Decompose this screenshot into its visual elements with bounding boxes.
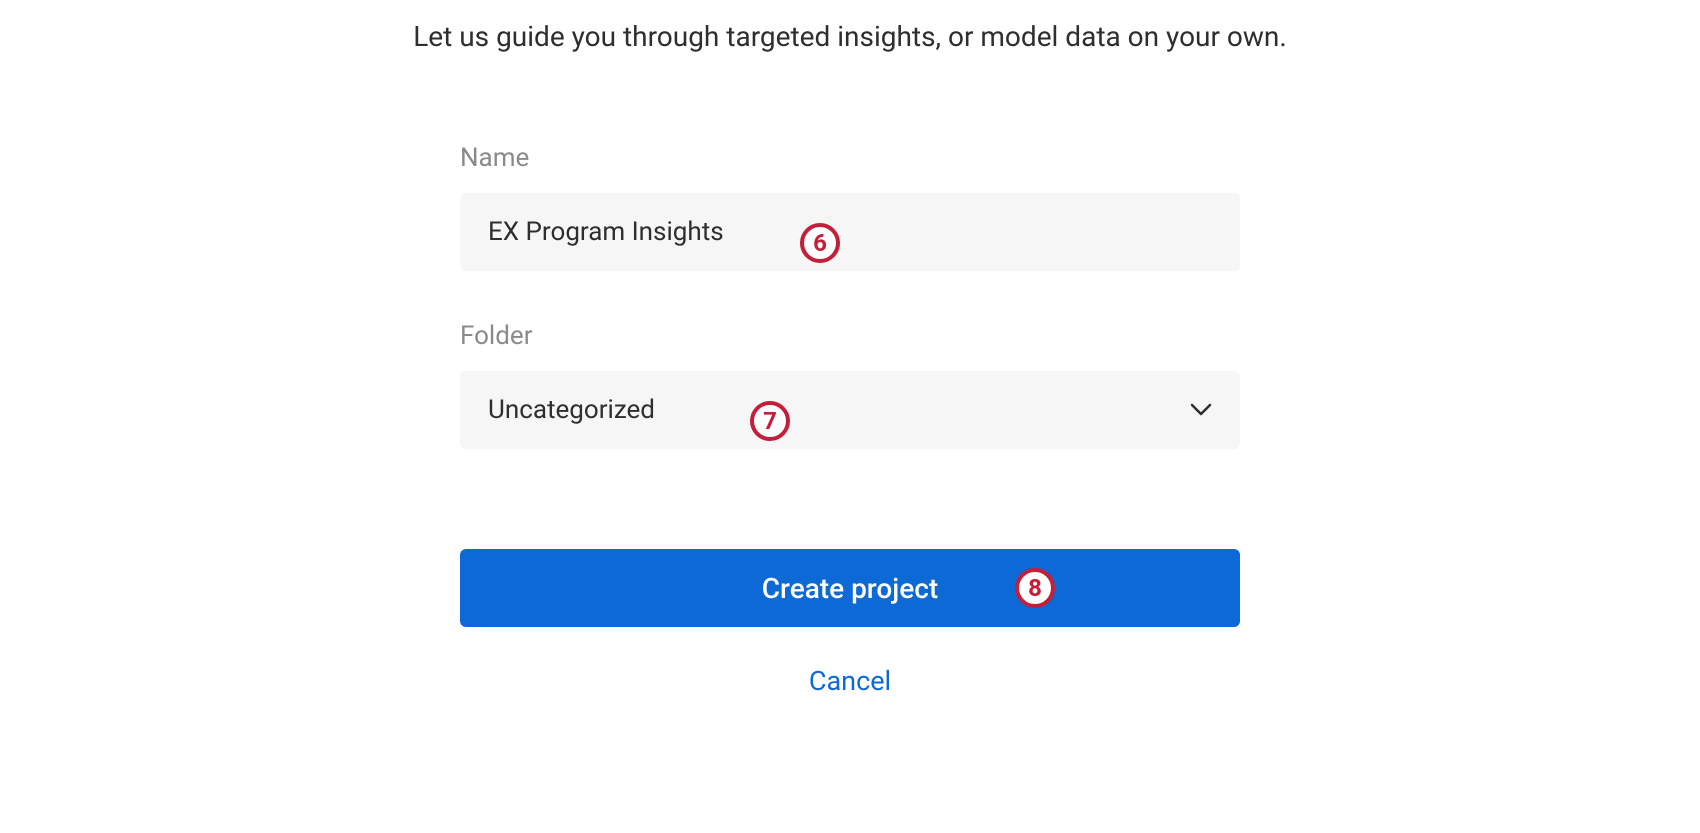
folder-select-value: Uncategorized: [488, 395, 1190, 425]
page-heading: Let us guide you through targeted insigh…: [413, 20, 1287, 53]
folder-select[interactable]: Uncategorized: [460, 371, 1240, 449]
chevron-down-icon: [1190, 399, 1212, 421]
folder-label: Folder: [460, 321, 1240, 351]
create-project-button[interactable]: Create project: [460, 549, 1240, 627]
folder-field-group: Folder Uncategorized 7: [460, 321, 1240, 449]
name-label: Name: [460, 143, 1240, 173]
name-field-group: Name 6: [460, 143, 1240, 271]
project-form: Name 6 Folder Uncategorized 7 Create pro…: [460, 143, 1240, 697]
name-input[interactable]: [460, 193, 1240, 271]
form-container: Let us guide you through targeted insigh…: [0, 0, 1700, 697]
cancel-link[interactable]: Cancel: [460, 665, 1240, 697]
